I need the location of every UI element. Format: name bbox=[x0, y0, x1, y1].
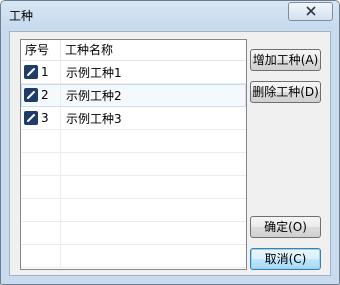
list-rows: 1 示例工种1 2 示例工种2 3 示例工种3 bbox=[21, 61, 246, 268]
close-icon bbox=[305, 5, 316, 19]
list-row[interactable]: 1 示例工种1 bbox=[21, 61, 246, 84]
close-button[interactable] bbox=[288, 2, 333, 21]
empty-row bbox=[21, 199, 246, 222]
check-icon bbox=[27, 68, 35, 76]
empty-row bbox=[21, 245, 246, 268]
cancel-button[interactable]: 取消(C) bbox=[250, 248, 321, 270]
window-title: 工种 bbox=[9, 9, 34, 23]
worktype-list[interactable]: 序号 工种名称 1 示例工种1 2 示例工种2 3 示例工种3 bbox=[20, 39, 247, 270]
list-row[interactable]: 2 示例工种2 bbox=[21, 84, 246, 107]
row-checkbox[interactable] bbox=[24, 111, 38, 125]
delete-worktype-button[interactable]: 删除工种(D) bbox=[250, 81, 321, 103]
row-index: 3 bbox=[41, 111, 49, 125]
row-index-cell: 1 bbox=[21, 61, 61, 83]
dialog-window: 工种 序号 工种名称 1 示例工种1 2 示例工种2 3 示例工种3 增加工种(… bbox=[0, 0, 340, 285]
row-name: 示例工种2 bbox=[66, 88, 122, 103]
column-header-index[interactable]: 序号 bbox=[21, 40, 61, 60]
column-header-name[interactable]: 工种名称 bbox=[61, 40, 246, 60]
row-checkbox[interactable] bbox=[24, 65, 38, 79]
list-header: 序号 工种名称 bbox=[21, 40, 246, 61]
row-index-cell: 3 bbox=[21, 107, 61, 129]
empty-cell bbox=[21, 153, 61, 175]
add-worktype-button[interactable]: 增加工种(A) bbox=[250, 49, 321, 71]
ok-button[interactable]: 确定(O) bbox=[250, 216, 321, 238]
list-row[interactable]: 3 示例工种3 bbox=[21, 107, 246, 130]
row-name: 示例工种3 bbox=[66, 111, 122, 126]
check-icon bbox=[27, 91, 35, 99]
empty-row bbox=[21, 222, 246, 245]
row-checkbox[interactable] bbox=[24, 88, 38, 102]
row-index: 1 bbox=[41, 65, 49, 79]
empty-row bbox=[21, 130, 246, 153]
empty-cell bbox=[21, 199, 61, 221]
empty-cell bbox=[21, 222, 61, 244]
title-bar[interactable]: 工种 bbox=[1, 1, 339, 29]
row-index-cell: 2 bbox=[21, 84, 61, 106]
check-icon bbox=[27, 114, 35, 122]
empty-cell bbox=[21, 176, 61, 198]
empty-row bbox=[21, 176, 246, 199]
empty-cell bbox=[21, 245, 61, 267]
row-index: 2 bbox=[41, 88, 49, 102]
empty-row bbox=[21, 153, 246, 176]
row-name: 示例工种1 bbox=[66, 65, 122, 80]
dialog-body: 序号 工种名称 1 示例工种1 2 示例工种2 3 示例工种3 增加工种(A) … bbox=[9, 31, 331, 276]
empty-cell bbox=[21, 130, 61, 152]
